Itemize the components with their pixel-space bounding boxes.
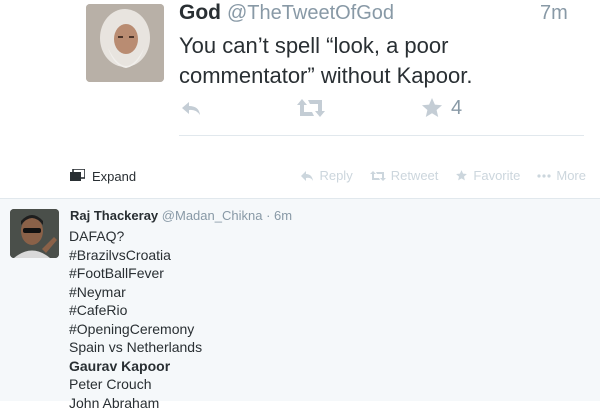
- author-handle[interactable]: @TheTweetOfGod: [227, 2, 394, 25]
- reply-action[interactable]: Reply: [300, 168, 352, 183]
- tweet-line: DAFAQ?: [69, 227, 202, 246]
- hashtag: #OpeningCeremony: [69, 320, 202, 339]
- tweet-header: Raj Thackeray @Madan_Chikna · 6m: [70, 208, 292, 223]
- tweet-text: You can’t spell “look, a poor commentato…: [179, 31, 509, 91]
- favorite-action[interactable]: Favorite: [455, 168, 520, 183]
- divider: [179, 135, 584, 136]
- hashtag: #CafeRio: [69, 301, 202, 320]
- retweet-icon[interactable]: [297, 96, 325, 120]
- hashtag: #FootBallFever: [69, 264, 202, 283]
- author-name[interactable]: Raj Thackeray: [70, 208, 158, 223]
- more-dots-icon: [537, 174, 551, 178]
- tweet[interactable]: Raj Thackeray @Madan_Chikna · 6m DAFAQ? …: [0, 198, 600, 401]
- expand-link[interactable]: Expand: [70, 167, 136, 185]
- timestamp[interactable]: 6m: [274, 208, 292, 223]
- favorite-count: 4: [451, 97, 462, 120]
- tweet-line-bold: Gaurav Kapoor: [69, 357, 202, 376]
- hashtag: #Neymar: [69, 283, 202, 302]
- tweet-line: Peter Crouch: [69, 375, 202, 394]
- timestamp[interactable]: 7m: [540, 2, 568, 25]
- author-handle[interactable]: @Madan_Chikna: [162, 208, 263, 223]
- author-name[interactable]: God: [179, 1, 221, 25]
- tweet-line: John Abraham: [69, 394, 202, 412]
- favorite-label: Favorite: [473, 168, 520, 183]
- quoted-tweet[interactable]: God @TheTweetOfGod 7m You can’t spell “l…: [0, 0, 600, 198]
- expand-icon: [70, 169, 85, 184]
- reply-icon[interactable]: [179, 96, 203, 120]
- separator: ·: [266, 208, 270, 223]
- retweet-action-icon: [370, 170, 386, 182]
- more-label: More: [556, 168, 586, 183]
- reply-action-icon: [300, 170, 314, 182]
- god-avatar-image: [86, 4, 164, 82]
- expand-label: Expand: [92, 169, 136, 184]
- retweet-label: Retweet: [391, 168, 439, 183]
- more-action[interactable]: More: [537, 168, 586, 183]
- avatar[interactable]: [10, 209, 59, 258]
- retweet-action[interactable]: Retweet: [370, 168, 439, 183]
- tweet-line: Spain vs Netherlands: [69, 338, 202, 357]
- tweet-text: DAFAQ? #BrazilvsCroatia #FootBallFever #…: [69, 227, 202, 412]
- raj-avatar-image: [10, 209, 59, 258]
- avatar[interactable]: [86, 4, 164, 82]
- hashtag: #BrazilvsCroatia: [69, 246, 202, 265]
- reply-label: Reply: [319, 168, 352, 183]
- star-icon[interactable]: [420, 96, 444, 120]
- tweet-actions: Reply Retweet Favorite More: [300, 168, 586, 183]
- favorite-action-icon: [455, 169, 468, 182]
